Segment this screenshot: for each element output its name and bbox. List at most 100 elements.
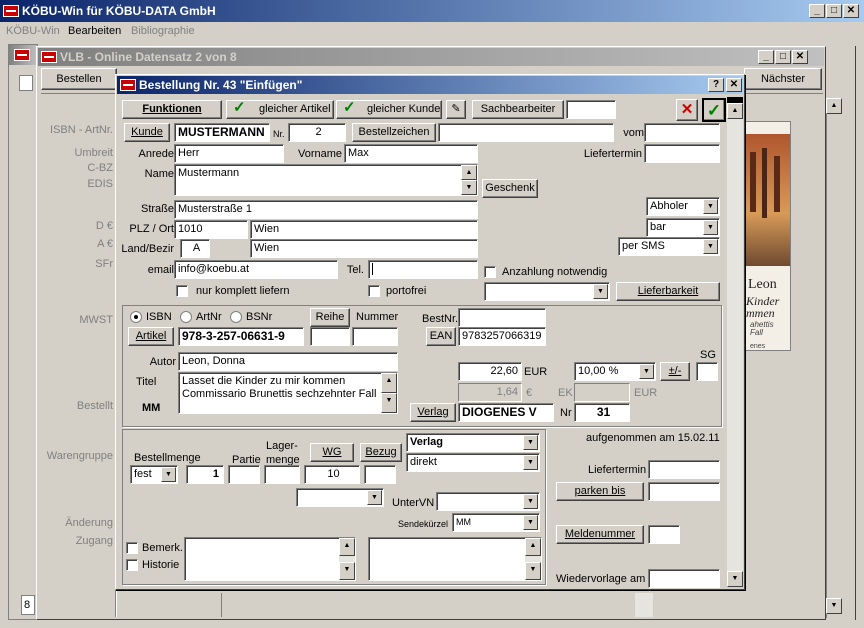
nummer-field[interactable] [352,327,398,346]
wg-button[interactable]: WG [310,443,354,462]
anzahlung-checkbox[interactable] [484,266,496,278]
partie-field[interactable] [228,465,260,484]
historie-checkbox[interactable] [126,559,138,571]
order-liefertermin-field[interactable] [648,460,720,479]
plz-field[interactable]: 1010 [174,220,248,239]
sg-field[interactable] [696,362,718,381]
wiedervorlage-field[interactable] [648,569,720,588]
extra-select[interactable]: ▼ [296,488,384,507]
bestnr-field[interactable] [458,308,546,327]
per-sms-select[interactable]: per SMS ▼ [618,237,720,256]
verlag-field[interactable]: DIOGENES V [458,403,554,422]
artikel-button[interactable]: Artikel [128,327,174,346]
bestellmenge-field[interactable]: 1 [186,465,224,484]
anrede-field[interactable]: Herr [174,144,284,163]
vlb-maximize-icon[interactable]: □ [775,50,791,64]
gleicher-artikel-button[interactable]: ✓ gleicher Artikel [226,99,334,119]
bemerk-scroll-up[interactable]: ▲ [339,538,355,556]
parken-bis-button[interactable]: parken bis [556,482,644,501]
bezug-field[interactable] [364,465,396,484]
kunde-name-field[interactable]: MUSTERMANN [174,123,270,142]
naechster-button[interactable]: Nächster [744,68,822,90]
parken-bis-field[interactable] [648,482,720,501]
bemerk-checkbox[interactable] [126,542,138,554]
bemerk-field[interactable] [184,537,356,581]
direkt-select[interactable]: direkt ▼ [406,453,540,472]
kunde-nr-field[interactable]: 2 [288,123,346,142]
reihe-field[interactable] [310,327,350,346]
bezug-button[interactable]: Bezug [360,443,402,462]
funktionen-button[interactable]: Funktionen [122,100,222,119]
lieferbarkeit-button[interactable]: Lieferbarkeit [616,282,720,301]
meldenummer-button[interactable]: Meldenummer [556,525,644,544]
untervn-select[interactable]: ▼ [436,492,540,511]
side-button[interactable] [19,75,33,91]
right-scroll-up[interactable]: ▲ [826,98,842,114]
broom-icon[interactable]: ✎ [446,100,466,119]
verlag-select[interactable]: Verlag ▼ [406,433,540,452]
email-field[interactable]: info@koebu.at [174,260,338,279]
sendekuerzel-select[interactable]: MM ▼ [452,513,540,532]
name-scroll-up[interactable]: ▲ [461,165,477,180]
bestellen-button[interactable]: Bestellen [41,68,117,90]
right-scroll-down[interactable]: ▼ [826,598,842,614]
vorname-field[interactable]: Max [344,144,478,163]
ean-button[interactable]: EAN [426,327,456,346]
vlb-minimize-icon[interactable]: _ [758,50,774,64]
isbn-radio[interactable] [130,311,142,323]
portofrei-checkbox[interactable] [368,285,380,297]
fest-select[interactable]: fest ▼ [130,465,178,484]
autor-field[interactable]: Leon, Donna [178,352,398,371]
kunde-button[interactable]: Kunde [124,123,170,142]
liefertermin-field[interactable] [644,144,720,163]
tel-field[interactable] [368,260,478,279]
vlb-close-icon[interactable]: ✕ [792,50,808,64]
wg-field[interactable]: 10 [304,465,360,484]
bezirk-field[interactable]: Wien [250,239,478,258]
menu-bibliographie[interactable]: Bibliographie [131,24,195,38]
verlag-button[interactable]: Verlag [410,403,456,422]
bestellzeichen-button[interactable]: Bestellzeichen [352,123,436,142]
titel-scroll-down[interactable]: ▼ [381,393,397,413]
bsnr-radio[interactable] [230,311,242,323]
titel-scroll-up[interactable]: ▲ [381,373,397,393]
verlag-nr-field[interactable]: 31 [574,403,630,422]
land-field[interactable]: A [180,239,210,258]
name-scroll-down[interactable]: ▼ [461,180,477,195]
maximize-icon[interactable]: □ [826,4,842,18]
historie-field[interactable] [368,537,542,581]
ean-field[interactable]: 9783257066319 [458,327,546,346]
lieferbarkeit-select[interactable]: ▼ [484,282,610,301]
strasse-field[interactable]: Musterstraße 1 [174,200,478,219]
sachbearbeiter-field[interactable] [566,100,616,119]
close-icon[interactable]: ✕ [843,4,859,18]
meldenummer-field[interactable] [648,525,680,544]
name-field[interactable]: Mustermann [174,164,478,196]
historie-scroll-down[interactable]: ▼ [525,562,541,580]
mwst-select[interactable]: 10,00 % ▼ [574,362,656,381]
vom-field[interactable] [644,123,720,142]
bestellzeichen-field[interactable] [438,123,614,142]
ort-field[interactable]: Wien [250,220,478,239]
geschenk-button[interactable]: Geschenk [482,179,538,198]
titel-field[interactable]: Lasset die Kinder zu mir kommen Commissa… [178,372,398,414]
isbn-field[interactable]: 978-3-257-06631-9 [178,327,304,346]
cancel-x-icon[interactable]: ✕ [676,99,698,121]
plusminus-button[interactable]: ±/- [660,362,690,381]
scroll-down-icon[interactable]: ▼ [727,571,743,587]
gleicher-kunde-button[interactable]: ✓ gleicher Kunde [336,99,442,119]
nur-komplett-checkbox[interactable] [176,285,188,297]
minimize-icon[interactable]: _ [809,4,825,18]
preis-field[interactable]: 22,60 [458,362,522,381]
ok-check-icon[interactable]: ✓ [702,98,726,122]
bemerk-scroll-down[interactable]: ▼ [339,562,355,580]
reihe-button[interactable]: Reihe [310,308,350,327]
menu-bearbeiten[interactable]: Bearbeiten [68,24,121,38]
help-icon[interactable]: ? [708,78,724,92]
lagermenge-field[interactable] [264,465,300,484]
menu-koebu[interactable]: KÖBU-Win [6,24,60,38]
dialog-scrollbar[interactable]: ▲ ▼ [727,97,743,587]
abholer-select[interactable]: Abholer ▼ [646,197,720,216]
dialog-close-icon[interactable]: ✕ [726,78,742,92]
historie-scroll-up[interactable]: ▲ [525,538,541,556]
